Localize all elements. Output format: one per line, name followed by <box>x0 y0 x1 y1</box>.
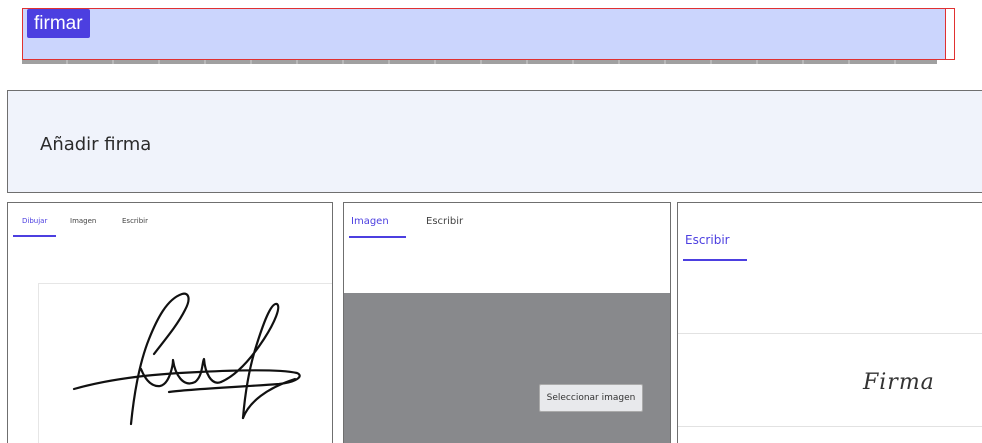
page-title: Añadir firma <box>40 134 152 155</box>
typed-signature-preview: Firma <box>863 370 935 395</box>
select-image-button[interactable]: Seleccionar imagen <box>539 384 643 412</box>
image-panel: Imagen Escribir Seleccionar imagen <box>343 202 671 443</box>
tab-dibujar[interactable]: Dibujar <box>22 217 47 225</box>
tab-imagen[interactable]: Imagen <box>351 216 389 227</box>
top-bar-edge <box>946 8 955 60</box>
top-bar-shadow <box>22 60 937 64</box>
tab-imagen[interactable]: Imagen <box>70 217 96 225</box>
write-panel: Escribir Firma <box>677 202 982 443</box>
drawn-signature <box>72 292 301 426</box>
divider <box>678 426 982 427</box>
top-bar <box>22 8 946 60</box>
active-tab-indicator <box>349 236 406 238</box>
tab-escribir[interactable]: Escribir <box>426 216 463 227</box>
firmar-button[interactable]: firmar <box>27 9 90 38</box>
signature-canvas[interactable] <box>38 283 332 443</box>
image-dropzone <box>344 293 670 443</box>
active-tab-indicator <box>683 259 747 261</box>
signature-header: Añadir firma <box>7 90 982 193</box>
tab-escribir[interactable]: Escribir <box>685 233 730 247</box>
draw-panel: Dibujar Imagen Escribir <box>7 202 333 443</box>
divider <box>678 333 982 334</box>
tab-escribir[interactable]: Escribir <box>122 217 148 225</box>
active-tab-indicator <box>13 235 56 237</box>
